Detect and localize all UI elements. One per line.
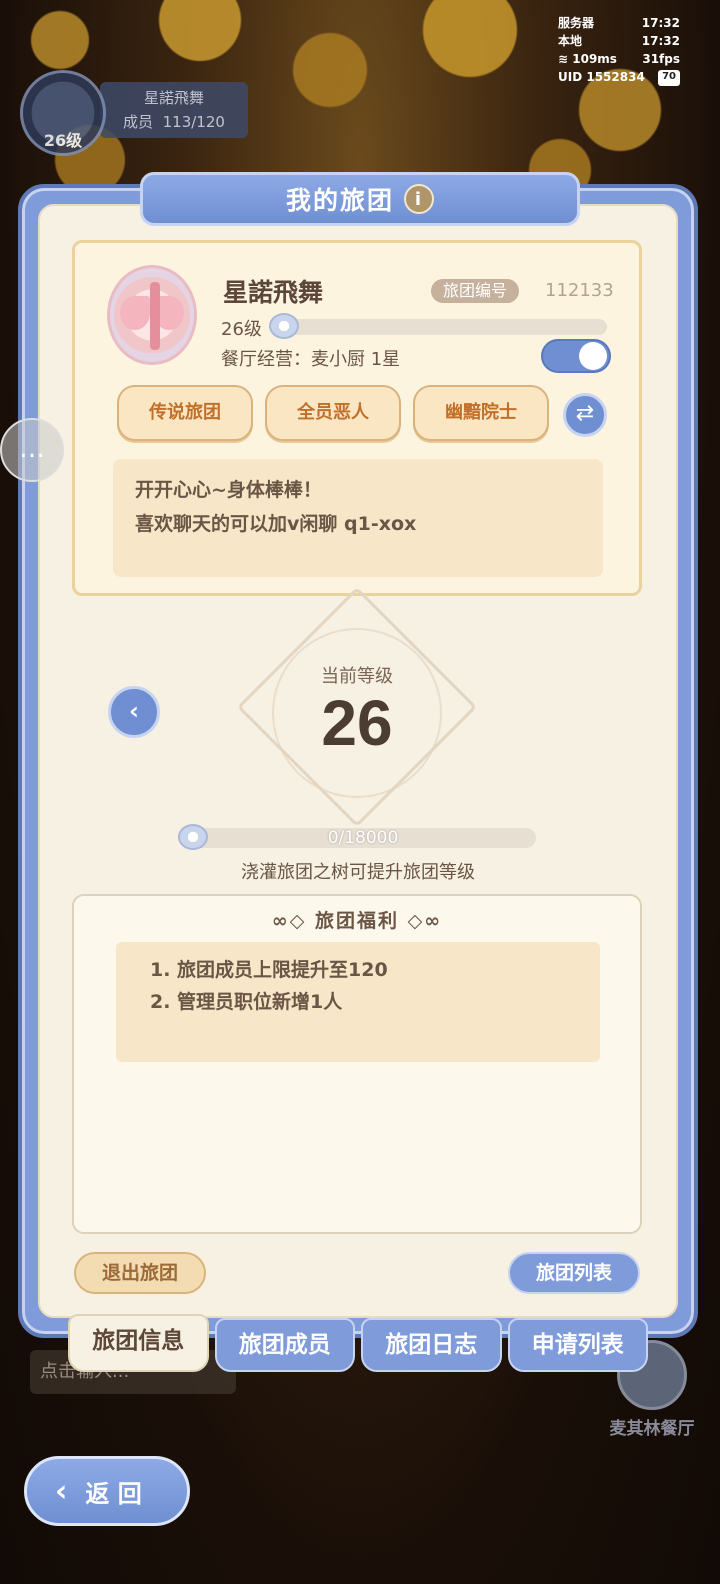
- description-line-2: 喜欢聊天的可以加v闲聊 q1-xox: [135, 513, 417, 535]
- guild-hud-emblem-icon: 26级: [20, 70, 106, 156]
- guild-name: 星諾飛舞: [223, 278, 324, 307]
- server-time: 17:32: [641, 16, 680, 30]
- tag-legend[interactable]: 传说旅团: [117, 385, 253, 441]
- panel-title-ribbon: 我的旅团 i: [140, 172, 580, 226]
- swap-tags-button[interactable]: ⇄: [563, 393, 607, 437]
- current-level-label: 当前等级: [321, 666, 393, 687]
- wifi-ping: ≋ 109ms: [558, 50, 617, 68]
- guild-hud[interactable]: 星諾飛舞 成员 113/120 26级: [12, 70, 248, 158]
- current-level-value: 26: [321, 687, 393, 759]
- crown-icon: [269, 313, 299, 339]
- guild-tabs: 旅团信息 旅团成员 旅团日志 申请列表: [68, 1314, 648, 1374]
- tab-guild-info[interactable]: 旅团信息: [68, 1314, 209, 1372]
- guild-hud-members: 成员 113/120: [100, 110, 248, 134]
- benefits-title: ∞◇ 旅团福利 ◇∞: [74, 906, 640, 933]
- restaurant-label: 麦其林餐厅: [609, 1419, 695, 1439]
- description-line-1: 开开心心~身体棒棒！: [135, 479, 322, 501]
- members-count: 113/120: [162, 113, 225, 131]
- guild-id-label: 旅团编号: [431, 279, 520, 303]
- guild-description: 开开心心~身体棒棒！ 喜欢聊天的可以加v闲聊 q1-xox: [113, 459, 603, 577]
- guild-hud-name: 星諾飛舞: [143, 89, 204, 107]
- tag-dark-scholar[interactable]: 幽黯院士: [413, 385, 549, 441]
- ornament-right-icon: ◇∞: [399, 910, 443, 932]
- guild-level-bar: [273, 319, 607, 335]
- tab-guild-members[interactable]: 旅团成员: [214, 1318, 355, 1372]
- chat-icon: …: [19, 434, 45, 464]
- panel-title: 我的旅团: [285, 186, 394, 215]
- battery-badge: 70: [658, 70, 680, 86]
- guild-hud-level: 26级: [43, 131, 83, 150]
- experience-value: 0/18000: [327, 828, 399, 848]
- uid-value: UID 1552834: [558, 70, 645, 84]
- benefits-panel: ∞◇ 旅团福利 ◇∞ 1. 旅团成员上限提升至120 2. 管理员职位新增1人: [72, 894, 642, 1234]
- back-button[interactable]: ‹ 返 回: [24, 1456, 190, 1526]
- tab-applications[interactable]: 申请列表: [507, 1318, 648, 1372]
- local-label: 本地: [558, 34, 583, 48]
- benefits-title-text: 旅团福利: [314, 910, 399, 932]
- benefit-item: 1. 旅团成员上限提升至120: [150, 959, 388, 981]
- info-icon[interactable]: i: [404, 184, 434, 214]
- guild-list-button[interactable]: 旅团列表: [508, 1252, 640, 1294]
- restaurant-toggle[interactable]: [541, 339, 611, 373]
- benefits-list: 1. 旅团成员上限提升至120 2. 管理员职位新增1人: [116, 942, 600, 1062]
- toggle-knob: [579, 342, 607, 370]
- swap-icon: ⇄: [575, 401, 595, 426]
- ping-value: 109ms: [572, 52, 617, 66]
- hud-status: 服务器 17:32 本地 17:32 ≋ 109ms 31fps UID 155283…: [558, 14, 680, 86]
- experience-hint: 浇灌旅团之树可提升旅团等级: [241, 862, 475, 883]
- guild-emblem-icon: [107, 265, 197, 365]
- benefit-item: 2. 管理员职位新增1人: [150, 991, 343, 1013]
- chevron-left-icon: ‹: [55, 1473, 68, 1509]
- guild-hud-plate: 星諾飛舞 成员 113/120: [100, 82, 248, 138]
- guild-id-value: 112133: [545, 280, 614, 301]
- quit-guild-button[interactable]: 退出旅团: [74, 1252, 206, 1294]
- chat-bubble-button[interactable]: …: [0, 418, 64, 482]
- wifi-icon: ≋: [558, 52, 569, 66]
- back-label: 返 回: [85, 1479, 142, 1508]
- tag-all-villains[interactable]: 全员恶人: [265, 385, 401, 441]
- tab-guild-log[interactable]: 旅团日志: [361, 1318, 502, 1372]
- members-label: 成员: [123, 113, 154, 131]
- ornament-left-icon: ∞◇: [271, 910, 315, 932]
- chevron-left-icon: ‹: [129, 697, 139, 725]
- server-label: 服务器: [558, 16, 595, 30]
- collapse-arrow-button[interactable]: ‹: [108, 686, 160, 738]
- restaurant-status: 餐厅经营：麦小厨 1星: [221, 349, 401, 370]
- guild-level: 26级: [221, 319, 262, 340]
- local-time: 17:32: [641, 34, 680, 48]
- fps-value: 31fps: [642, 52, 680, 66]
- guild-info-card: 星諾飛舞 旅团编号 112133 26级 餐厅经营：麦小厨 1星 传说旅团 全员…: [72, 240, 642, 596]
